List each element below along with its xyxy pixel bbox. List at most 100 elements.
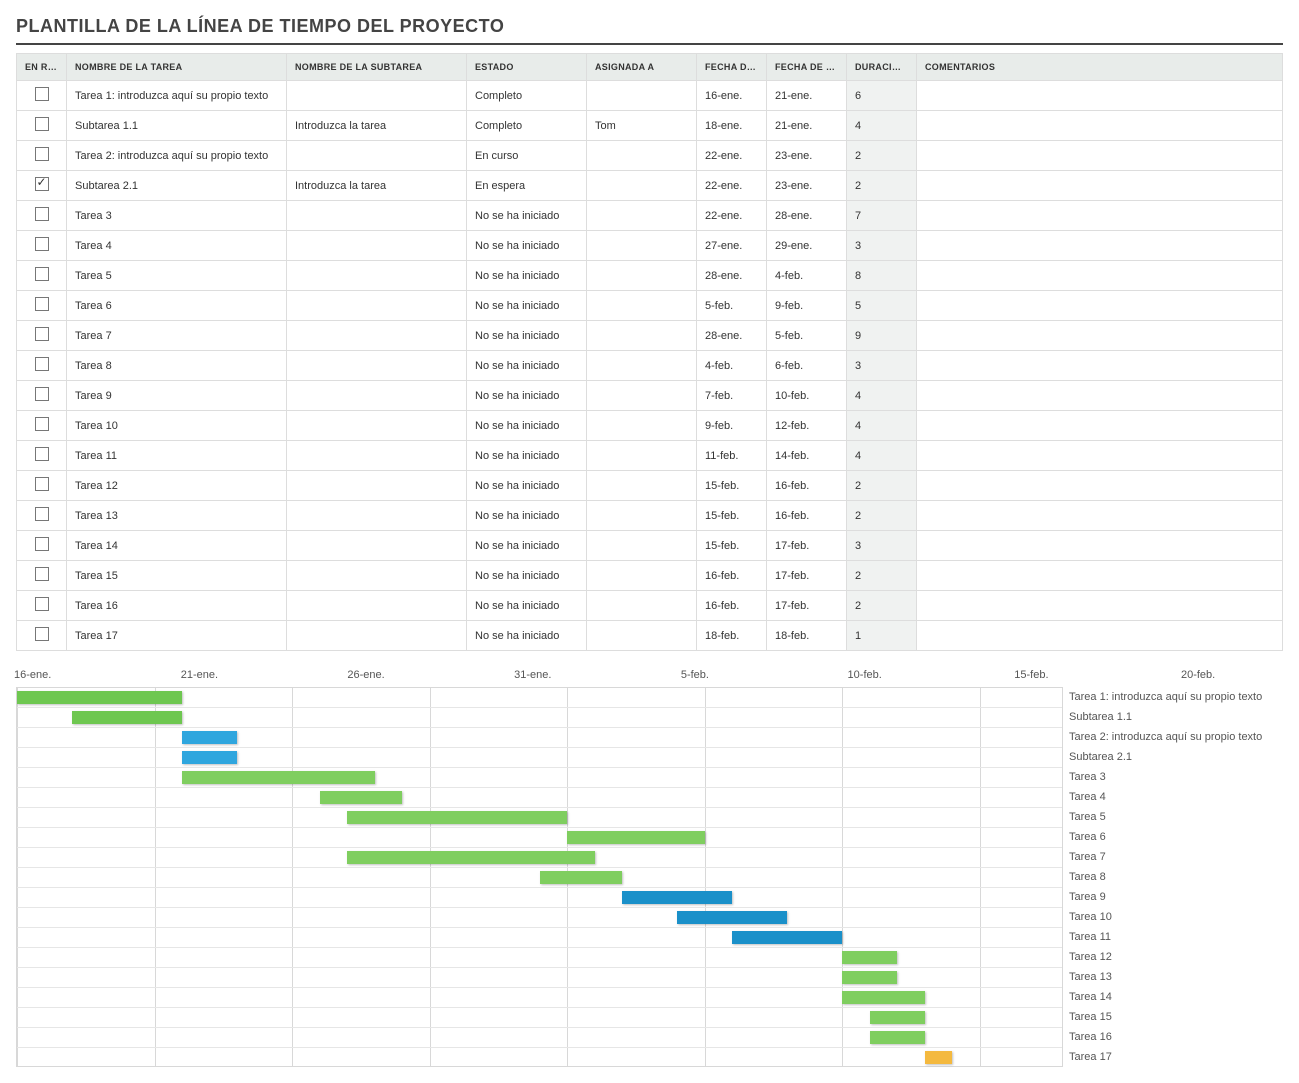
duration-cell[interactable]: 2: [847, 171, 917, 201]
assigned-cell[interactable]: [587, 441, 697, 471]
risk-checkbox[interactable]: [35, 297, 49, 311]
end-cell[interactable]: 21-ene.: [767, 111, 847, 141]
end-cell[interactable]: 4-feb.: [767, 261, 847, 291]
task-cell[interactable]: Tarea 5: [67, 261, 287, 291]
end-cell[interactable]: 23-ene.: [767, 141, 847, 171]
status-cell[interactable]: No se ha iniciado: [467, 501, 587, 531]
start-cell[interactable]: 9-feb.: [697, 411, 767, 441]
risk-cell[interactable]: [17, 531, 67, 561]
risk-checkbox[interactable]: [35, 597, 49, 611]
end-cell[interactable]: 29-ene.: [767, 231, 847, 261]
status-cell[interactable]: No se ha iniciado: [467, 351, 587, 381]
duration-cell[interactable]: 2: [847, 561, 917, 591]
subtask-cell[interactable]: [287, 441, 467, 471]
comments-cell[interactable]: [917, 411, 1283, 441]
subtask-cell[interactable]: [287, 411, 467, 441]
end-cell[interactable]: 21-ene.: [767, 81, 847, 111]
assigned-cell[interactable]: [587, 381, 697, 411]
risk-checkbox[interactable]: [35, 357, 49, 371]
risk-cell[interactable]: [17, 561, 67, 591]
task-cell[interactable]: Tarea 14: [67, 531, 287, 561]
end-cell[interactable]: 10-feb.: [767, 381, 847, 411]
risk-cell[interactable]: [17, 231, 67, 261]
assigned-cell[interactable]: [587, 321, 697, 351]
comments-cell[interactable]: [917, 591, 1283, 621]
assigned-cell[interactable]: [587, 621, 697, 651]
risk-cell[interactable]: [17, 621, 67, 651]
duration-cell[interactable]: 7: [847, 201, 917, 231]
duration-cell[interactable]: 2: [847, 591, 917, 621]
risk-checkbox[interactable]: [35, 627, 49, 641]
duration-cell[interactable]: 4: [847, 111, 917, 141]
risk-cell[interactable]: [17, 381, 67, 411]
assigned-cell[interactable]: Tom: [587, 111, 697, 141]
task-cell[interactable]: Tarea 15: [67, 561, 287, 591]
assigned-cell[interactable]: [587, 411, 697, 441]
subtask-cell[interactable]: Introduzca la tarea: [287, 171, 467, 201]
assigned-cell[interactable]: [587, 261, 697, 291]
duration-cell[interactable]: 6: [847, 81, 917, 111]
task-cell[interactable]: Subtarea 1.1: [67, 111, 287, 141]
status-cell[interactable]: En espera: [467, 171, 587, 201]
end-cell[interactable]: 18-feb.: [767, 621, 847, 651]
comments-cell[interactable]: [917, 81, 1283, 111]
subtask-cell[interactable]: [287, 291, 467, 321]
subtask-cell[interactable]: [287, 381, 467, 411]
risk-checkbox[interactable]: [35, 477, 49, 491]
start-cell[interactable]: 16-feb.: [697, 561, 767, 591]
comments-cell[interactable]: [917, 501, 1283, 531]
duration-cell[interactable]: 3: [847, 531, 917, 561]
subtask-cell[interactable]: [287, 141, 467, 171]
subtask-cell[interactable]: [287, 81, 467, 111]
end-cell[interactable]: 16-feb.: [767, 471, 847, 501]
risk-cell[interactable]: [17, 471, 67, 501]
task-cell[interactable]: Tarea 16: [67, 591, 287, 621]
end-cell[interactable]: 17-feb.: [767, 591, 847, 621]
risk-cell[interactable]: [17, 441, 67, 471]
assigned-cell[interactable]: [587, 231, 697, 261]
risk-cell[interactable]: [17, 111, 67, 141]
start-cell[interactable]: 16-ene.: [697, 81, 767, 111]
status-cell[interactable]: No se ha iniciado: [467, 411, 587, 441]
assigned-cell[interactable]: [587, 531, 697, 561]
comments-cell[interactable]: [917, 351, 1283, 381]
risk-checkbox[interactable]: [35, 177, 49, 191]
subtask-cell[interactable]: [287, 591, 467, 621]
comments-cell[interactable]: [917, 441, 1283, 471]
risk-checkbox[interactable]: [35, 507, 49, 521]
assigned-cell[interactable]: [587, 501, 697, 531]
risk-cell[interactable]: [17, 351, 67, 381]
task-cell[interactable]: Tarea 10: [67, 411, 287, 441]
comments-cell[interactable]: [917, 141, 1283, 171]
end-cell[interactable]: 5-feb.: [767, 321, 847, 351]
assigned-cell[interactable]: [587, 591, 697, 621]
comments-cell[interactable]: [917, 231, 1283, 261]
task-cell[interactable]: Tarea 3: [67, 201, 287, 231]
risk-cell[interactable]: [17, 141, 67, 171]
comments-cell[interactable]: [917, 381, 1283, 411]
assigned-cell[interactable]: [587, 201, 697, 231]
risk-cell[interactable]: [17, 81, 67, 111]
duration-cell[interactable]: 3: [847, 351, 917, 381]
end-cell[interactable]: 6-feb.: [767, 351, 847, 381]
risk-checkbox[interactable]: [35, 447, 49, 461]
start-cell[interactable]: 28-ene.: [697, 261, 767, 291]
task-cell[interactable]: Subtarea 2.1: [67, 171, 287, 201]
subtask-cell[interactable]: [287, 501, 467, 531]
status-cell[interactable]: No se ha iniciado: [467, 291, 587, 321]
risk-checkbox[interactable]: [35, 417, 49, 431]
assigned-cell[interactable]: [587, 81, 697, 111]
risk-checkbox[interactable]: [35, 567, 49, 581]
start-cell[interactable]: 11-feb.: [697, 441, 767, 471]
end-cell[interactable]: 14-feb.: [767, 441, 847, 471]
risk-checkbox[interactable]: [35, 87, 49, 101]
start-cell[interactable]: 7-feb.: [697, 381, 767, 411]
duration-cell[interactable]: 1: [847, 621, 917, 651]
subtask-cell[interactable]: [287, 261, 467, 291]
assigned-cell[interactable]: [587, 141, 697, 171]
risk-cell[interactable]: [17, 411, 67, 441]
status-cell[interactable]: No se ha iniciado: [467, 471, 587, 501]
risk-cell[interactable]: [17, 201, 67, 231]
comments-cell[interactable]: [917, 291, 1283, 321]
duration-cell[interactable]: 9: [847, 321, 917, 351]
